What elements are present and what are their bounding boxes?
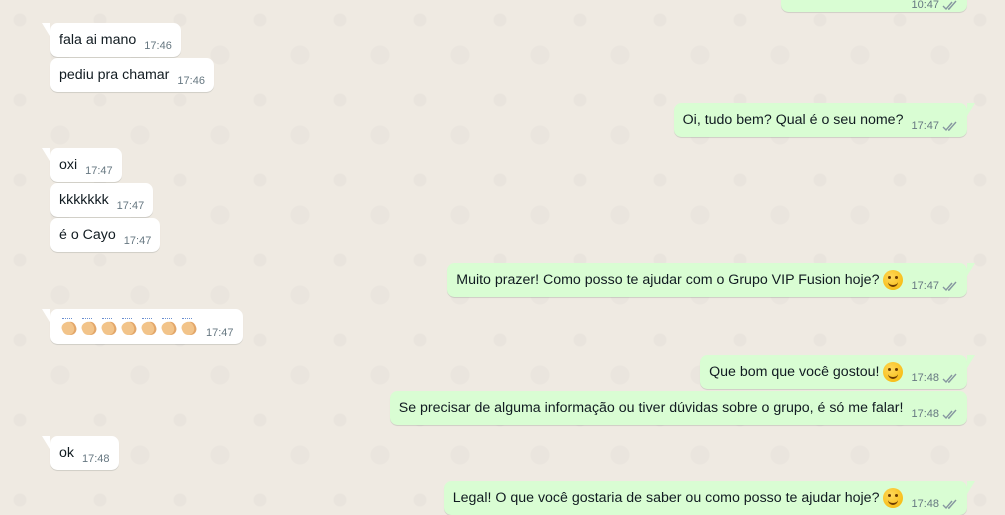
message-bubble-outgoing-partial[interactable]: 10:47 xyxy=(781,0,967,12)
double-check-icon xyxy=(942,499,957,509)
message-time: 17:47 xyxy=(911,120,939,132)
clapping-hands-icon xyxy=(139,317,158,336)
smiling-face-icon xyxy=(883,270,904,290)
message-bubble-outgoing[interactable]: Oi, tudo bem? Qual é o seu nome? 17:47 xyxy=(673,103,976,137)
message-time: 17:48 xyxy=(911,408,939,420)
clapping-hands-icon xyxy=(99,317,118,336)
message-bubble-incoming[interactable]: kkkkkkk 17:47 xyxy=(50,183,154,217)
message-bubble-outgoing[interactable]: Se precisar de alguma informação ou tive… xyxy=(389,391,967,425)
clapping-hands-icon xyxy=(79,317,98,336)
message-text: oxi xyxy=(59,157,78,173)
clapping-hands-icon xyxy=(59,317,78,336)
double-check-icon xyxy=(942,281,957,291)
message-bubble-incoming[interactable]: pediu pra chamar 17:46 xyxy=(50,58,214,92)
double-check-icon xyxy=(942,373,957,383)
message-time: 17:46 xyxy=(177,75,205,87)
clapping-hands-emoji-row xyxy=(59,317,198,336)
clapping-hands-icon xyxy=(179,317,198,336)
double-check-icon xyxy=(942,409,957,419)
message-text: kkkkkkk xyxy=(59,192,109,208)
message-text: ok xyxy=(59,445,74,461)
grinning-face-icon xyxy=(883,362,904,382)
message-bubble-outgoing[interactable]: Que bom que você gostou! 17:48 xyxy=(700,355,975,389)
message-time: 17:48 xyxy=(911,372,939,384)
message-bubble-incoming[interactable]: fala ai mano 17:46 xyxy=(42,23,181,57)
message-text: pediu pra chamar xyxy=(59,67,170,83)
message-text: fala ai mano xyxy=(59,32,137,48)
message-time: 17:48 xyxy=(911,498,939,510)
message-time: 17:46 xyxy=(144,40,172,52)
message-time: 17:48 xyxy=(81,453,110,465)
message-time: 17:47 xyxy=(206,326,234,339)
message-time: 10:47 xyxy=(911,0,939,11)
double-check-icon xyxy=(942,0,957,10)
message-text: Legal! O que você gostaria de saber ou c… xyxy=(452,490,880,506)
message-text: Se precisar de alguma informação ou tive… xyxy=(398,400,904,416)
message-text: Oi, tudo bem? Qual é o seu nome? xyxy=(682,112,904,128)
message-text: Que bom que você gostou! xyxy=(709,364,880,380)
message-bubble-outgoing[interactable]: Legal! O que você gostaria de saber ou c… xyxy=(443,481,976,515)
message-bubble-incoming[interactable]: ok 17:48 xyxy=(42,436,119,470)
smiling-face-icon xyxy=(883,488,904,508)
message-time: 17:47 xyxy=(123,235,152,247)
message-time: 17:47 xyxy=(911,280,939,292)
message-bubble-incoming[interactable]: 17:47 xyxy=(42,309,243,344)
clapping-hands-icon xyxy=(119,317,138,336)
message-bubble-outgoing[interactable]: Muito prazer! Como posso te ajudar com o… xyxy=(447,263,975,297)
message-time: 17:47 xyxy=(85,165,113,177)
message-bubble-incoming[interactable]: oxi 17:47 xyxy=(42,148,122,182)
chat-scrollbar[interactable] xyxy=(999,0,1005,515)
clapping-hands-icon xyxy=(159,317,178,336)
message-text: Muito prazer! Como posso te ajudar com o… xyxy=(456,272,880,288)
double-check-icon xyxy=(942,121,957,131)
message-bubble-incoming[interactable]: é o Cayo 17:47 xyxy=(50,218,161,252)
message-text: é o Cayo xyxy=(59,227,116,243)
message-time: 17:47 xyxy=(116,200,145,212)
